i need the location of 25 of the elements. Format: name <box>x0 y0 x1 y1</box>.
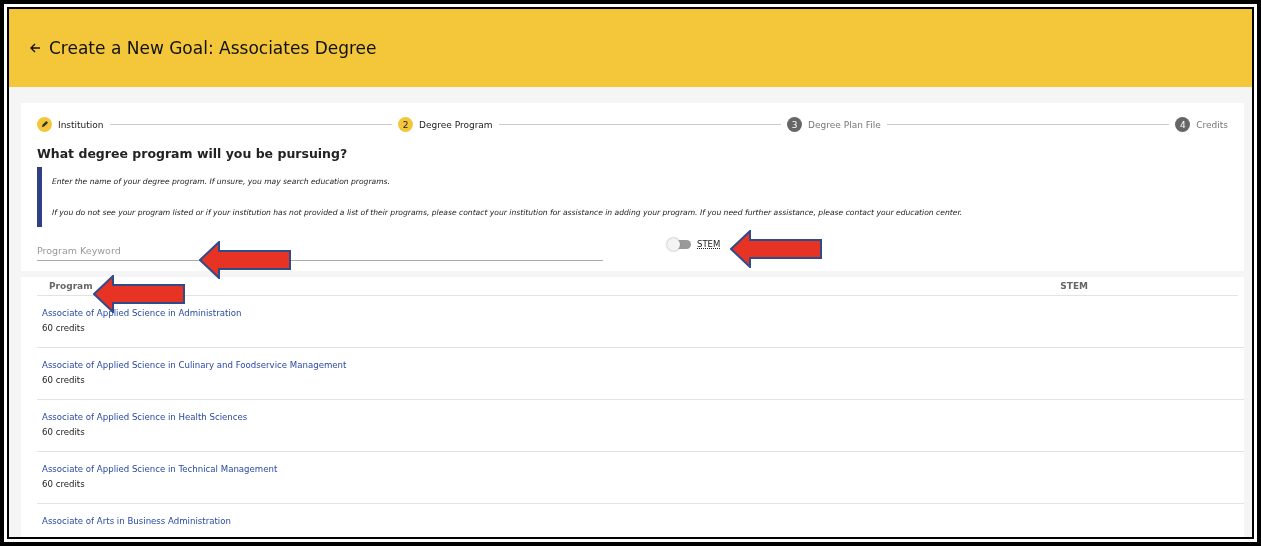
step-label: Degree Plan File <box>808 119 881 130</box>
step-label: Degree Program <box>419 119 493 130</box>
step-number: 3 <box>787 117 803 132</box>
program-link[interactable]: Associate of Arts in Business Administration <box>42 516 1244 526</box>
program-link[interactable]: Associate of Applied Science in Technical Management <box>42 464 1244 474</box>
step-label: Credits <box>1196 119 1228 130</box>
stem-label: STEM <box>697 239 721 249</box>
column-header: STEM <box>1060 281 1088 291</box>
credits-text: 60 credits <box>42 375 86 385</box>
credits-text: 60 credits <box>42 323 86 333</box>
column-header: Program <box>49 281 93 291</box>
callout-arrow-icon <box>730 230 822 268</box>
program-link[interactable]: Associate of Applied Science in Administration <box>42 308 1244 318</box>
program-link[interactable]: Associate of Applied Science in Health Sciences <box>42 412 1244 422</box>
program-link[interactable]: Associate of Applied Science in Culinary and Foodservice Management <box>42 360 1244 370</box>
step-number: 2 <box>398 117 414 132</box>
step-label: Institution <box>58 119 104 130</box>
stem-toggle[interactable] <box>669 239 691 249</box>
question-heading: What degree program will you be pursuing? <box>37 146 349 161</box>
step-number: 4 <box>1175 117 1191 132</box>
credits-text: 60 credits <box>42 427 86 437</box>
back-arrow-icon[interactable] <box>29 42 41 54</box>
page-title: Create a New Goal: Associates Degree <box>49 38 377 58</box>
callout-arrow-icon <box>199 241 291 279</box>
credits-text: 60 credits <box>42 479 86 489</box>
